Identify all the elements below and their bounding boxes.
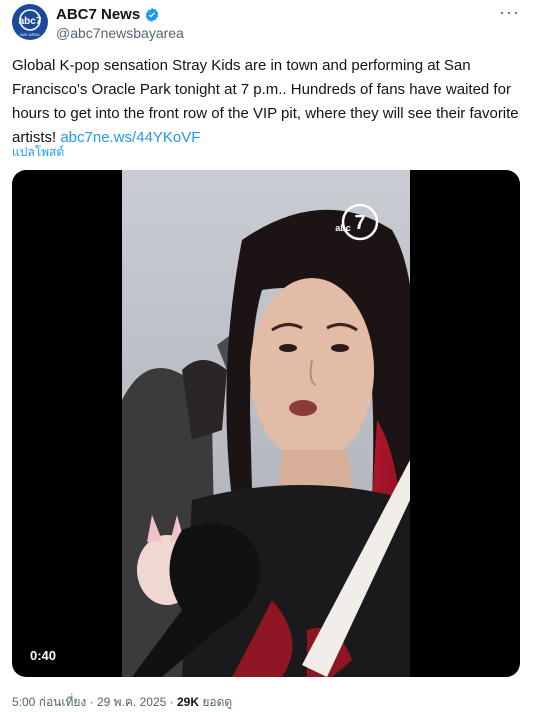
- post-time[interactable]: 5:00 ก่อนเที่ยง: [12, 695, 86, 709]
- author-name-row: ABC7 News: [56, 6, 160, 23]
- more-icon[interactable]: ···: [499, 2, 520, 23]
- svg-text:7: 7: [354, 212, 365, 234]
- tweet-meta: 5:00 ก่อนเที่ยง · 29 พ.ค. 2025 · 29K ยอด…: [12, 693, 232, 712]
- video-duration: 0:40: [24, 646, 63, 665]
- avatar-caption: BAY AREA: [20, 32, 40, 37]
- views-count: 29K: [176, 695, 199, 709]
- avatar-logo-text: abc7: [19, 16, 42, 27]
- tweet-post: abc7 BAY AREA ABC7 News @abc7newsbayarea…: [0, 0, 534, 710]
- video-frame: 7 abc: [122, 170, 410, 677]
- views-label: ยอดดู: [202, 695, 233, 709]
- verified-badge-icon: [145, 7, 159, 22]
- meta-separator-2: ·: [169, 695, 174, 709]
- abc7-logo-icon: abc7 BAY AREA: [19, 9, 42, 37]
- post-date[interactable]: 29 พ.ค. 2025: [97, 695, 166, 709]
- tweet-link[interactable]: abc7ne.ws/44YKoVF: [60, 129, 200, 146]
- author-display-name[interactable]: ABC7 News: [56, 6, 140, 23]
- meta-separator: ·: [89, 695, 94, 709]
- video-thumbnail: 7 abc: [122, 170, 410, 677]
- translate-post-link[interactable]: แปลโพสต์: [12, 143, 64, 162]
- author-handle[interactable]: @abc7newsbayarea: [56, 25, 184, 41]
- video-player[interactable]: 7 abc 0:40: [12, 170, 520, 677]
- tweet-body: Global K-pop sensation Stray Kids are in…: [12, 54, 524, 150]
- author-avatar[interactable]: abc7 BAY AREA: [12, 4, 48, 40]
- watermark-text: abc: [335, 223, 351, 233]
